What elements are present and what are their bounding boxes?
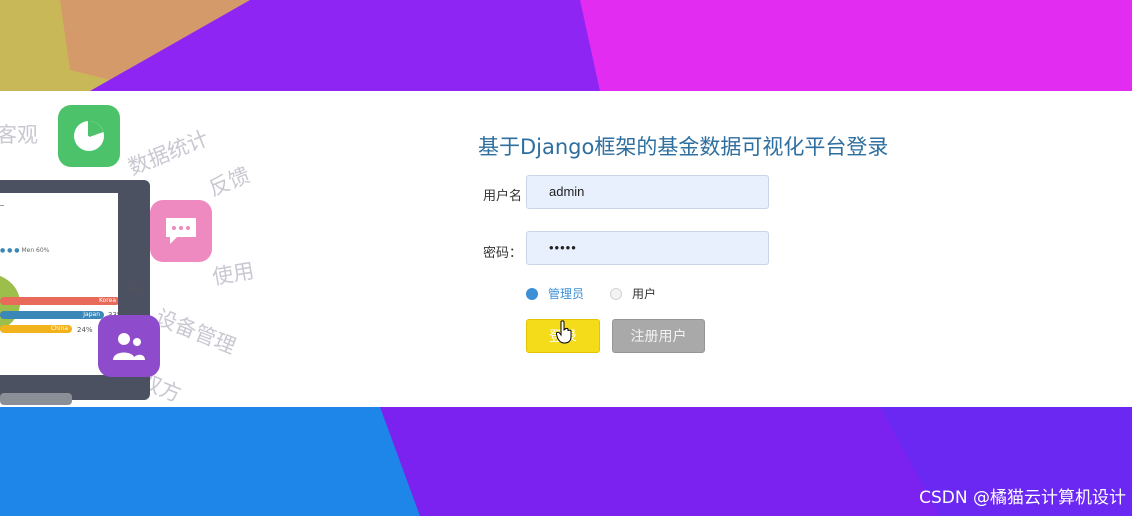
password-label: 密码： [483,246,523,261]
chart-legend: ● ● ● Men 60% [0,247,50,254]
bar-korea: Korea [0,297,118,305]
role-admin-label[interactable]: 管理员 [548,286,584,302]
bar-china-percent: 24% [77,326,93,334]
chat-app-icon [150,200,212,262]
bar-japan: Japan [0,311,104,319]
floating-word: 客观 [0,123,38,147]
role-admin-radio[interactable] [526,288,538,300]
pie-chart-icon [74,121,104,151]
bar-korea-percent: 47% [126,286,142,294]
chat-bubble-icon [166,218,196,244]
users-icon [113,333,145,360]
bar-china: China [0,325,72,333]
role-user-radio[interactable] [610,288,622,300]
hand-cursor-icon [556,320,572,344]
register-button[interactable]: 注册用户 [612,319,705,353]
users-app-icon [98,315,160,377]
page-title: 基于Django框架的基金数据可视化平台登录 [478,135,889,159]
password-input[interactable]: ••••• [526,231,769,265]
username-label: 用户名 [483,189,523,204]
watermark: CSDN @橘猫云计算机设计 [919,488,1126,508]
pie-chart-app-icon [58,105,120,167]
monitor-stand [0,393,72,405]
role-user-label[interactable]: 用户 [632,286,656,302]
username-input[interactable]: admin [526,175,769,209]
